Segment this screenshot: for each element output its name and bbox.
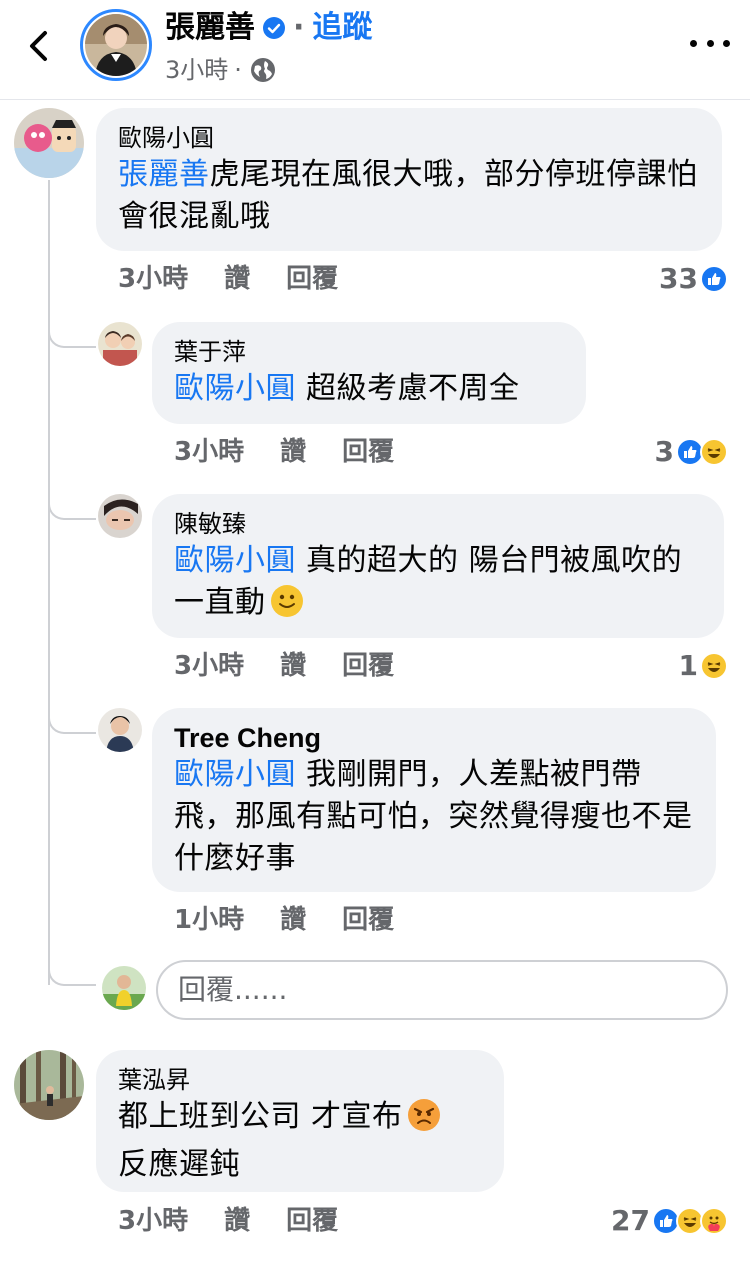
verified-badge-icon xyxy=(263,17,285,39)
reaction-summary[interactable]: 33 xyxy=(659,262,728,296)
comment-bubble: Tree Cheng 歐陽小圓 我剛開門，人差點被門帶飛，那風有點可怕，突然覺得… xyxy=(152,708,716,892)
page-avatar[interactable] xyxy=(80,9,152,81)
mention-link[interactable]: 歐陽小圓 xyxy=(174,543,296,578)
separator-dot: · xyxy=(293,10,305,45)
reply-button[interactable]: 回覆 xyxy=(342,649,394,683)
like-button[interactable]: 讚 xyxy=(280,435,306,469)
current-user-avatar xyxy=(102,966,146,1010)
post-time[interactable]: 3小時 xyxy=(165,52,228,88)
thread-branch xyxy=(48,494,96,520)
comment-text: 歐陽小圓 超級考慮不周全 xyxy=(174,368,564,410)
avatar[interactable] xyxy=(14,108,84,178)
mention-link[interactable]: 歐陽小圓 xyxy=(174,757,296,792)
reply-button[interactable]: 回覆 xyxy=(286,1204,338,1238)
comment-bubble: 葉于萍 歐陽小圓 超級考慮不周全 xyxy=(152,322,586,424)
reaction-summary[interactable]: 1 xyxy=(679,649,728,683)
avatar[interactable] xyxy=(98,322,142,366)
like-icon xyxy=(700,265,728,293)
reply-button[interactable]: 回覆 xyxy=(342,903,394,937)
slight-smile-emoji xyxy=(270,584,304,630)
like-button[interactable]: 讚 xyxy=(280,903,306,937)
like-button[interactable]: 讚 xyxy=(224,262,250,296)
comment-time[interactable]: 3小時 xyxy=(174,435,244,469)
like-button[interactable]: 讚 xyxy=(224,1204,250,1238)
back-button[interactable] xyxy=(18,26,58,66)
reaction-summary[interactable]: 27 xyxy=(611,1204,728,1238)
page-title: 張麗善 · 追蹤 xyxy=(165,8,372,48)
comment-bubble: 葉泓昇 都上班到公司 才宣布 反應遲鈍 xyxy=(96,1050,504,1192)
reaction-summary[interactable]: 3 xyxy=(655,435,728,469)
reaction-count: 27 xyxy=(611,1204,650,1237)
haha-icon xyxy=(700,652,728,680)
reaction-count: 1 xyxy=(678,649,698,682)
comment-actions: 1小時 讚 回覆 xyxy=(174,903,394,937)
page-name[interactable]: 張麗善 xyxy=(165,8,255,48)
avatar[interactable] xyxy=(98,708,142,752)
comment-author[interactable]: Tree Cheng xyxy=(174,722,694,754)
more-options-button[interactable] xyxy=(690,28,730,58)
thread-branch xyxy=(48,708,96,734)
more-dot-icon xyxy=(723,39,730,47)
comment-actions: 3小時 讚 回覆 xyxy=(174,649,394,683)
comment-bubble: 陳敏臻 歐陽小圓 真的超大的 陽台門被風吹的一直動 xyxy=(152,494,724,638)
reaction-count: 33 xyxy=(659,262,698,295)
more-dot-icon xyxy=(690,39,697,47)
reply-button[interactable]: 回覆 xyxy=(342,435,394,469)
comment-body: 都上班到公司 才宣布 xyxy=(118,1099,403,1134)
comment-text: 都上班到公司 才宣布 xyxy=(118,1096,482,1144)
post-meta: 3小時 · xyxy=(165,52,276,88)
comment-text-line2: 反應遲鈍 xyxy=(118,1147,240,1182)
haha-icon xyxy=(700,438,728,466)
comment-text: 張麗善虎尾現在風很大哦，部分停班停課怕會很混亂哦 xyxy=(118,154,700,238)
comment-time[interactable]: 3小時 xyxy=(118,1204,188,1238)
care-icon xyxy=(700,1207,728,1235)
angry-emoji xyxy=(407,1098,441,1144)
comment-text: 歐陽小圓 真的超大的 陽台門被風吹的一直動 xyxy=(174,540,702,630)
comment-author[interactable]: 歐陽小圓 xyxy=(118,122,700,154)
follow-button[interactable]: 追蹤 xyxy=(312,8,372,48)
thread-branch xyxy=(48,322,96,348)
comment-actions: 3小時 讚 回覆 xyxy=(174,435,394,469)
comment-time[interactable]: 3小時 xyxy=(174,649,244,683)
comment-actions: 3小時 讚 回覆 xyxy=(118,262,338,296)
reaction-count: 3 xyxy=(654,435,674,468)
comment-time[interactable]: 1小時 xyxy=(174,903,244,937)
comment-text: 歐陽小圓 我剛開門，人差點被門帶飛，那風有點可怕，突然覺得瘦也不是什麼好事 xyxy=(174,754,694,880)
comment-body: 超級考慮不周全 xyxy=(296,371,520,406)
like-button[interactable]: 讚 xyxy=(280,649,306,683)
mention-link[interactable]: 歐陽小圓 xyxy=(174,371,296,406)
globe-icon xyxy=(250,57,276,83)
comment-bubble: 歐陽小圓 張麗善虎尾現在風很大哦，部分停班停課怕會很混亂哦 xyxy=(96,108,722,251)
comment-author[interactable]: 葉泓昇 xyxy=(118,1064,482,1096)
post-header: 張麗善 · 追蹤 3小時 · xyxy=(0,0,750,100)
thread-branch xyxy=(48,960,96,986)
reply-input[interactable]: 回覆...... xyxy=(156,960,728,1020)
comment-author[interactable]: 葉于萍 xyxy=(174,336,564,368)
chevron-left-icon xyxy=(30,31,47,61)
comment-time[interactable]: 3小時 xyxy=(118,262,188,296)
comment-author[interactable]: 陳敏臻 xyxy=(174,508,702,540)
avatar[interactable] xyxy=(14,1050,84,1120)
more-dot-icon xyxy=(706,39,714,47)
avatar[interactable] xyxy=(98,494,142,538)
thread-line xyxy=(48,180,50,985)
reply-button[interactable]: 回覆 xyxy=(286,262,338,296)
meta-dot: · xyxy=(234,56,242,84)
comment-actions: 3小時 讚 回覆 xyxy=(118,1204,338,1238)
mention-link[interactable]: 張麗善 xyxy=(118,157,210,192)
